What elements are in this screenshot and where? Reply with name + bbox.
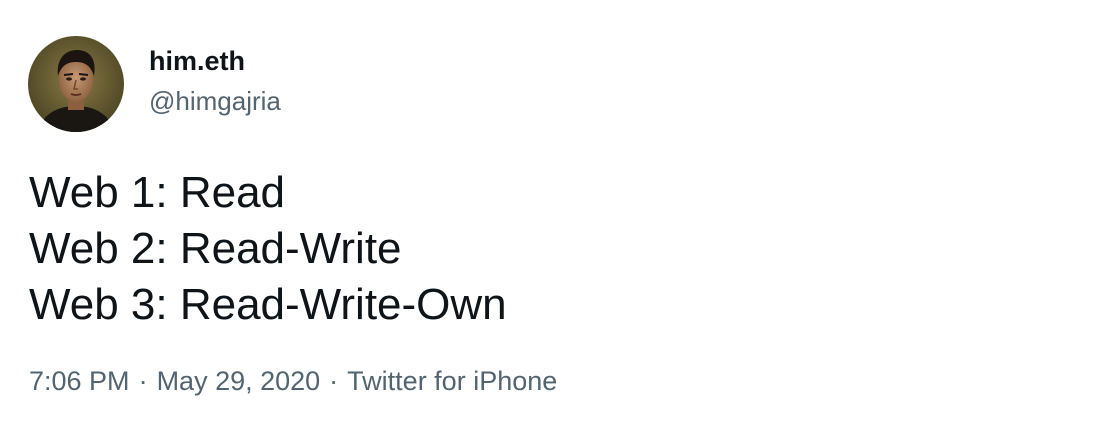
meta-separator: · (329, 366, 339, 396)
tweet-source[interactable]: Twitter for iPhone (347, 366, 557, 396)
tweet-line: Web 1: Read (29, 168, 286, 217)
author-avatar[interactable] (28, 36, 124, 132)
tweet-line: Web 3: Read-Write-Own (29, 280, 507, 329)
tweet-time[interactable]: 7:06 PM (29, 366, 130, 396)
profile-photo-icon (28, 36, 124, 132)
author-display-name[interactable]: him.eth (149, 46, 245, 77)
meta-separator: · (138, 366, 148, 396)
tweet-line: Web 2: Read-Write (29, 224, 402, 273)
tweet-body: Web 1: Read Web 2: Read-Write Web 3: Rea… (29, 165, 507, 333)
tweet-metadata: 7:06 PM · May 29, 2020 · Twitter for iPhone (29, 366, 557, 397)
author-handle[interactable]: @himgajria (149, 86, 281, 117)
tweet-card: him.eth @himgajria Web 1: Read Web 2: Re… (0, 0, 1109, 435)
tweet-date[interactable]: May 29, 2020 (157, 366, 321, 396)
